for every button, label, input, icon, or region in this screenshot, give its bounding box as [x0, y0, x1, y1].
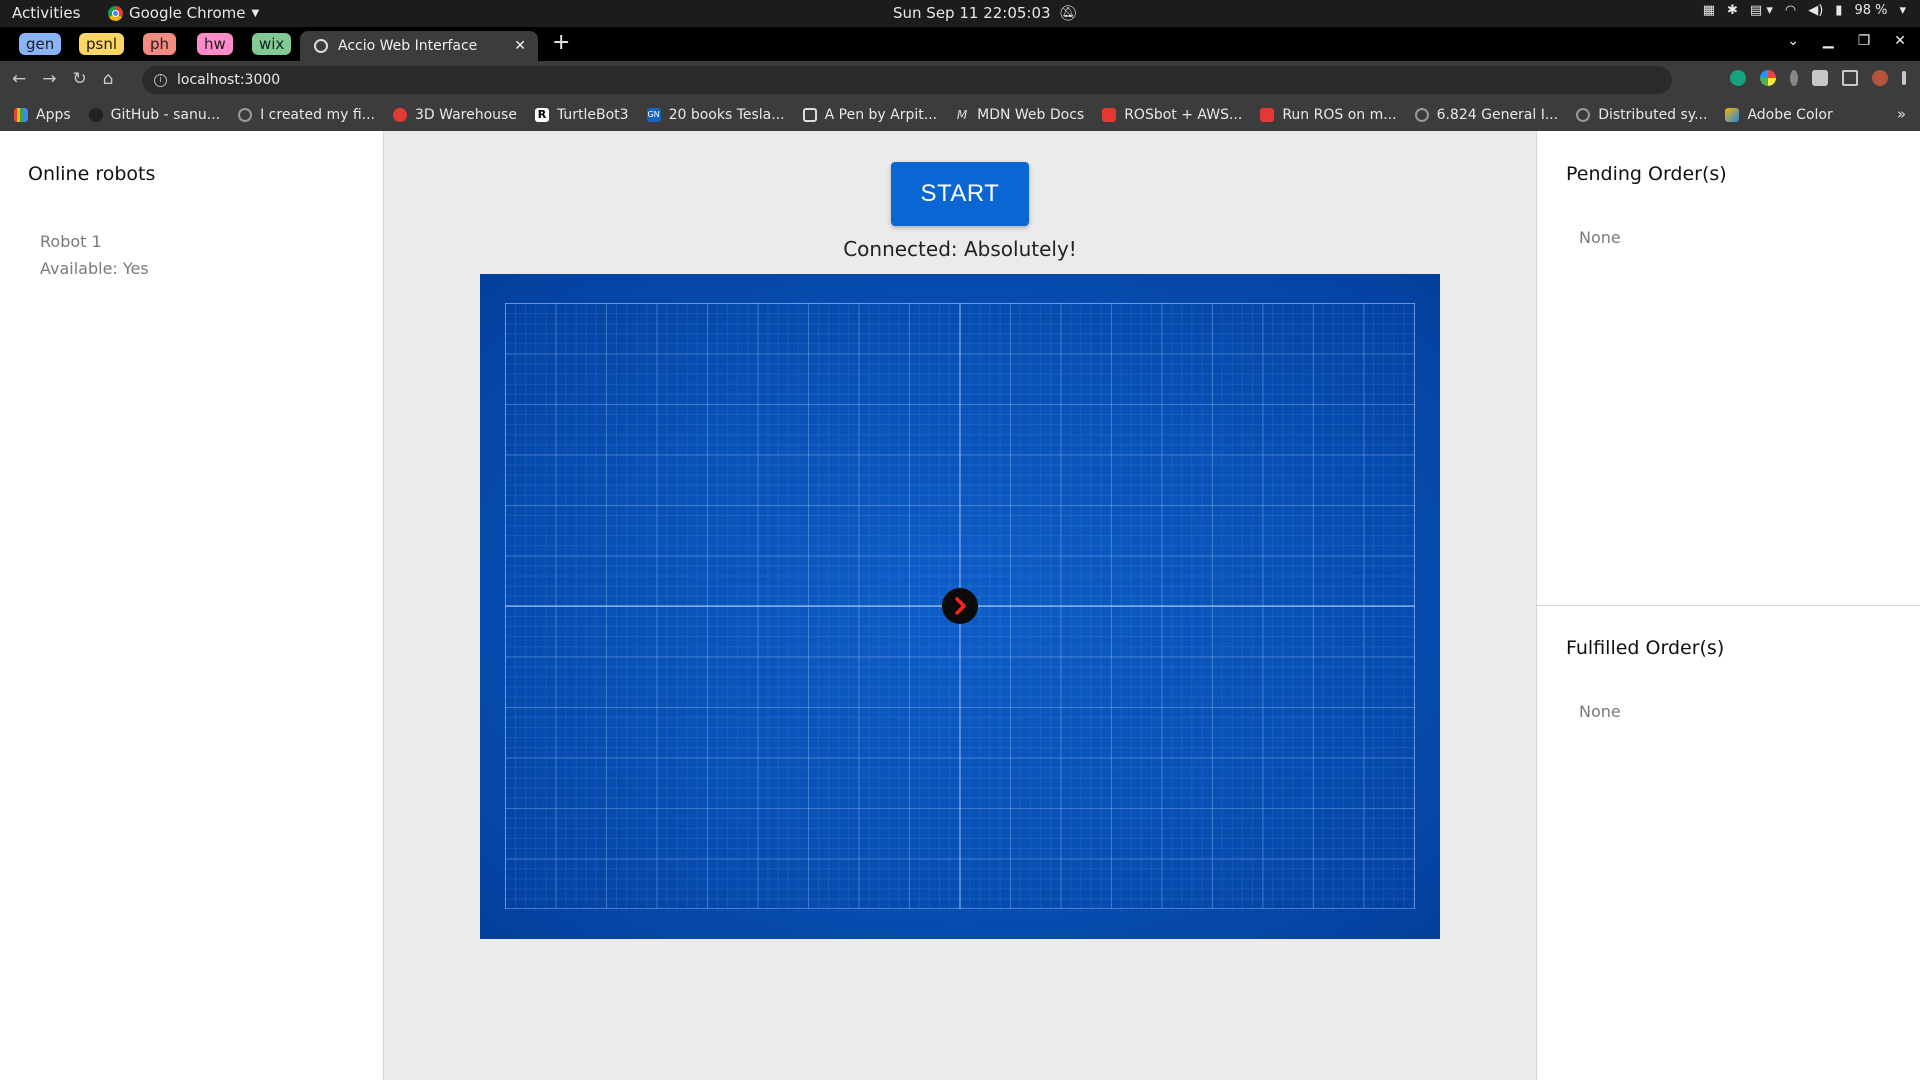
extension-icon[interactable]	[1790, 70, 1798, 86]
goodnotes-icon: GN	[646, 108, 661, 122]
close-tab-icon[interactable]: ✕	[514, 38, 526, 54]
battery-icon: ▮	[1835, 3, 1843, 18]
turtlebot-icon: R	[534, 108, 549, 122]
tab-search-icon[interactable]: ⌄	[1787, 33, 1799, 49]
tab-strip: gen psnl ph hw wix Accio Web Interface ✕…	[0, 27, 1920, 61]
puzzle-icon[interactable]	[1812, 70, 1828, 86]
web-page: Online robots Robot 1 Available: Yes STA…	[0, 131, 1920, 1080]
system-top-bar: Activities Google Chrome ▼ Sun Sep 11 22…	[0, 0, 1920, 27]
connection-status: Connected: Absolutely!	[843, 237, 1077, 261]
orders-panel: Pending Order(s) None Fulfilled Order(s)…	[1536, 131, 1920, 1080]
url-text: localhost:3000	[177, 72, 281, 88]
clipboard-icon: ▤ ▾	[1749, 3, 1773, 18]
close-window-icon[interactable]: ✕	[1894, 33, 1906, 49]
bookmark-a-pen[interactable]: A Pen by Arpit...	[802, 107, 937, 123]
start-button[interactable]: START	[891, 162, 1029, 226]
reload-icon[interactable]: ↻	[73, 69, 87, 89]
robot-card[interactable]: Robot 1 Available: Yes	[40, 228, 149, 282]
volume-icon: ◀)	[1808, 3, 1824, 18]
address-bar[interactable]: i localhost:3000	[142, 66, 1672, 94]
restore-icon[interactable]: ❐	[1858, 33, 1871, 49]
robot-map[interactable]	[480, 274, 1440, 939]
globe-icon	[314, 39, 328, 53]
system-tray[interactable]: ▦ ✱ ▤ ▾ ◠ ◀) ▮ 98 % ▾	[1703, 3, 1906, 18]
chevron-right-icon	[955, 597, 966, 615]
bookmarks-bar: Apps GitHub - sanu... I created my fi...…	[0, 99, 1920, 131]
online-robots-panel: Online robots Robot 1 Available: Yes	[0, 131, 384, 1080]
datetime: Sun Sep 11 22:05:03	[893, 4, 1051, 22]
bookmark-20-books[interactable]: GN 20 books Tesla...	[646, 107, 785, 123]
clock[interactable]: Sun Sep 11 22:05:03 🔕︎	[893, 4, 1078, 22]
globe-icon	[238, 108, 253, 122]
pending-orders-title: Pending Order(s)	[1566, 163, 1727, 185]
robot-name: Robot 1	[40, 232, 102, 251]
apps-grid-icon	[14, 108, 28, 122]
new-tab-icon[interactable]: +	[552, 30, 570, 55]
nav-buttons: ← → ↻ ⌂	[12, 69, 114, 89]
tab-group-wix[interactable]: wix	[252, 33, 292, 55]
codepen-icon	[802, 108, 817, 122]
adobe-color-icon	[1725, 108, 1740, 122]
back-icon[interactable]: ←	[12, 69, 26, 89]
window-controls: ⌄ ▁ ❐ ✕	[1787, 33, 1906, 49]
activities-button[interactable]: Activities	[12, 4, 80, 22]
bookmark-rosbot-aws[interactable]: ROSbot + AWS...	[1102, 107, 1242, 123]
avatar[interactable]	[1872, 70, 1888, 86]
online-robots-title: Online robots	[28, 163, 156, 185]
battery-level: 98 %	[1854, 3, 1888, 18]
bookmark-turtlebot3[interactable]: R TurtleBot3	[534, 107, 629, 123]
grammarly-icon[interactable]	[1730, 70, 1746, 86]
home-icon[interactable]: ⌂	[103, 69, 114, 89]
husarion-icon	[1102, 108, 1117, 122]
3d-warehouse-icon	[393, 108, 407, 122]
bookmark-6824[interactable]: 6.824 General I...	[1414, 107, 1558, 123]
bookmark-3d-warehouse[interactable]: 3D Warehouse	[393, 107, 517, 123]
bookmark-run-ros[interactable]: Run ROS on m...	[1260, 107, 1397, 123]
bookmark-i-created[interactable]: I created my fi...	[238, 107, 375, 123]
tab-title: Accio Web Interface	[338, 38, 478, 54]
globe-icon	[1414, 108, 1429, 122]
bookmark-apps[interactable]: Apps	[14, 107, 71, 123]
husarion-icon	[1260, 108, 1275, 122]
browser-toolbar: ← → ↻ ⌂ i localhost:3000	[0, 61, 1920, 99]
side-panel-icon[interactable]	[1842, 70, 1858, 86]
tab-group-ph[interactable]: ph	[143, 33, 177, 55]
panel-divider	[1537, 605, 1920, 606]
caret-down-icon: ▼	[251, 7, 260, 19]
notifications-off-icon: 🔕︎	[1058, 4, 1078, 22]
app-menu[interactable]: Google Chrome ▼	[108, 4, 259, 22]
site-info-icon[interactable]: i	[154, 73, 167, 87]
robot-availability: Available: Yes	[40, 259, 149, 278]
robot-position-marker[interactable]	[942, 588, 978, 624]
tab-group-gen[interactable]: gen	[19, 33, 62, 55]
extensions-area	[1730, 70, 1906, 86]
minimize-icon[interactable]: ▁	[1823, 33, 1834, 49]
fulfilled-orders-title: Fulfilled Order(s)	[1566, 637, 1725, 659]
fulfilled-orders-value: None	[1579, 702, 1621, 721]
github-icon	[88, 108, 103, 122]
chrome-icon	[108, 5, 123, 21]
color-picker-extension-icon[interactable]	[1760, 70, 1776, 86]
bookmark-github[interactable]: GitHub - sanu...	[88, 107, 220, 123]
bookmark-mdn[interactable]: M MDN Web Docs	[955, 107, 1084, 123]
tab-accio-web-interface[interactable]: Accio Web Interface ✕	[300, 31, 538, 61]
wifi-icon: ◠	[1784, 3, 1797, 18]
menu-icon[interactable]	[1902, 71, 1906, 85]
calendar-icon: ▦	[1702, 3, 1715, 18]
tab-group-hw[interactable]: hw	[197, 33, 233, 55]
pending-orders-value: None	[1579, 228, 1621, 247]
caret-down-icon: ▾	[1899, 3, 1906, 18]
bookmark-adobe-color[interactable]: Adobe Color	[1725, 107, 1833, 123]
app-name: Google Chrome	[129, 4, 246, 22]
mdn-icon: M	[956, 108, 968, 122]
forward-icon[interactable]: →	[42, 69, 56, 89]
tab-group-psnl[interactable]: psnl	[79, 33, 125, 55]
slack-icon: ✱	[1727, 3, 1738, 18]
bookmark-distributed[interactable]: Distributed sy...	[1576, 107, 1707, 123]
globe-icon	[1576, 108, 1591, 122]
more-bookmarks-icon[interactable]: »	[1897, 105, 1906, 123]
